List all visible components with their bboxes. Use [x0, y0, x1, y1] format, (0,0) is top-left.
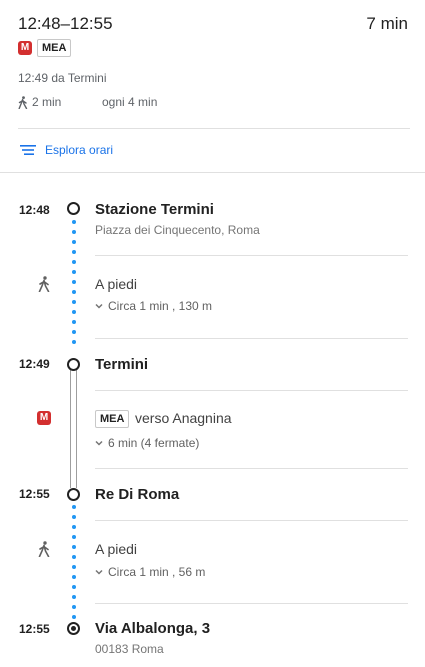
stop-address: Piazza dei Cinquecento, Roma: [95, 223, 260, 237]
stop-time: 12:55: [19, 487, 50, 501]
stop-node: [67, 488, 80, 501]
trip-duration: 7 min: [366, 14, 408, 33]
walk-details-toggle[interactable]: Circa 1 min , 56 m: [95, 565, 205, 579]
divider: [95, 520, 408, 521]
explore-schedule-label: Esplora orari: [45, 143, 114, 157]
walk-icon: [38, 541, 50, 557]
walk-path-dots: [72, 505, 76, 620]
walk-detail: Circa 1 min , 56 m: [108, 565, 206, 579]
walk-detail: Circa 1 min , 130 m: [108, 299, 213, 313]
departure-info: 12:49 da Termini: [18, 71, 107, 85]
divider: [95, 468, 408, 469]
stop-node: [67, 358, 80, 371]
stop-name[interactable]: Stazione Termini: [95, 201, 214, 218]
trip-time-range: 12:48–12:55: [18, 14, 113, 33]
transit-detail: 6 min (4 fermate): [108, 436, 200, 450]
chevron-down-icon: [95, 440, 103, 446]
walk-details-toggle[interactable]: Circa 1 min , 130 m: [95, 299, 212, 313]
divider: [95, 603, 408, 604]
list-icon: [20, 145, 36, 155]
metro-rail-line: [70, 370, 77, 488]
metro-icon: M: [18, 41, 32, 55]
metro-icon: M: [37, 411, 51, 425]
walk-time: 2 min: [32, 95, 62, 109]
stop-time: 12:55: [19, 622, 50, 636]
chevron-down-icon: [95, 569, 103, 575]
destination-name[interactable]: Via Albalonga, 3: [95, 620, 210, 637]
walk-icon: [38, 276, 50, 292]
stop-node: [67, 202, 80, 215]
walk-icon: [18, 95, 28, 109]
divider: [18, 128, 410, 129]
section-divider: [0, 172, 425, 173]
line-chip: MEA: [37, 39, 72, 57]
destination-node: [67, 622, 80, 635]
walk-summary: 2 min: [18, 95, 61, 109]
transit-direction: verso Anagnina: [135, 410, 232, 426]
destination-address: 00183 Roma: [95, 642, 164, 656]
walk-path-dots: [72, 220, 76, 352]
transit-details-toggle[interactable]: 6 min (4 fermate): [95, 436, 199, 450]
step-title: A piedi: [95, 276, 138, 292]
step-title: A piedi: [95, 541, 138, 557]
divider: [95, 255, 408, 256]
chevron-down-icon: [95, 303, 103, 309]
stop-name[interactable]: Termini: [95, 356, 148, 373]
stop-name[interactable]: Re Di Roma: [95, 486, 179, 503]
divider: [95, 390, 408, 391]
divider: [95, 338, 408, 339]
line-chip: MEA: [95, 410, 130, 428]
explore-schedule-link[interactable]: Esplora orari: [20, 143, 113, 157]
stop-time: 12:48: [19, 203, 50, 217]
stop-time: 12:49: [19, 357, 50, 371]
frequency: ogni 4 min: [102, 95, 158, 109]
